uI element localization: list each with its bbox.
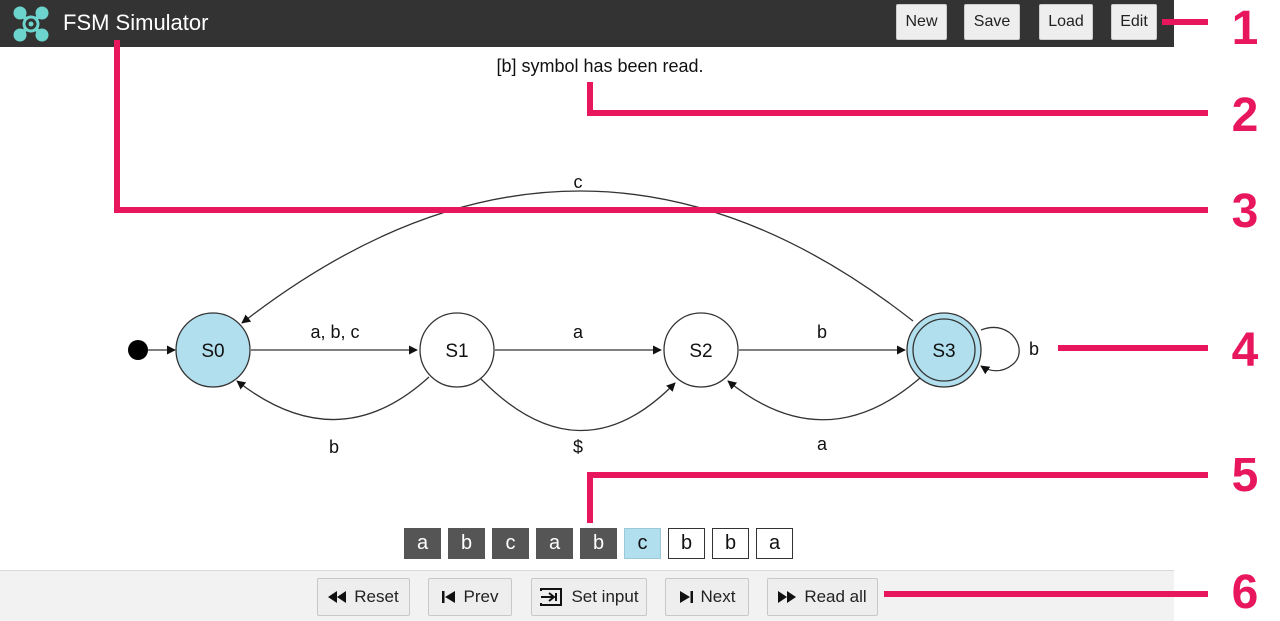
transition-s1-s2-epsilon[interactable]	[480, 378, 676, 432]
skip-back-icon	[441, 591, 455, 603]
reset-label: Reset	[354, 587, 399, 606]
read-all-button[interactable]: Read all	[767, 578, 878, 616]
transition-label: b	[817, 322, 827, 342]
transition-s3-s2[interactable]	[727, 377, 921, 421]
transition-label: b	[1029, 339, 1039, 359]
transition-label: b	[329, 437, 339, 457]
state-s2[interactable]: S2	[663, 312, 739, 388]
tape-cell: a	[404, 528, 441, 559]
rewind-icon	[328, 591, 347, 603]
state-s1[interactable]: S1	[419, 312, 495, 388]
transition-label: a, b, c	[310, 322, 359, 342]
state-s3[interactable]: S3	[906, 312, 982, 388]
transition-label: a	[573, 322, 584, 342]
initial-state-marker	[128, 340, 148, 360]
skip-forward-icon	[679, 591, 693, 603]
transition-s3-s0[interactable]	[241, 190, 914, 324]
state-label: S2	[689, 341, 712, 362]
set-input-button[interactable]: Set input	[531, 578, 647, 616]
transition-label: a	[817, 434, 828, 454]
input-icon	[540, 588, 563, 606]
next-button[interactable]: Next	[665, 578, 749, 616]
fast-forward-icon	[778, 591, 797, 603]
state-label: S3	[932, 341, 955, 362]
tape-cell-current: c	[624, 528, 661, 559]
tape-cell: b	[712, 528, 749, 559]
tape-cell: a	[756, 528, 793, 559]
next-label: Next	[700, 587, 736, 606]
tape-cell: b	[668, 528, 705, 559]
tape-cell: c	[492, 528, 529, 559]
transition-s1-s0[interactable]	[236, 376, 430, 421]
prev-label: Prev	[463, 587, 499, 606]
transition-label: $	[573, 437, 583, 457]
state-label: S0	[201, 341, 224, 362]
tape-cell: a	[536, 528, 573, 559]
playback-controls: Reset Prev Set input Next Read all	[0, 570, 1174, 621]
transition-label: c	[574, 172, 583, 192]
set-input-label: Set input	[571, 587, 639, 606]
state-label: S1	[445, 341, 468, 362]
transition-s3-self[interactable]	[980, 327, 1020, 375]
prev-button[interactable]: Prev	[428, 578, 512, 616]
fsm-diagram: a, b, c b a $ b a c b S0 S1 S2 S3	[128, 172, 1039, 457]
read-all-label: Read all	[804, 587, 867, 606]
state-s0[interactable]: S0	[175, 312, 251, 388]
tape-cell: b	[448, 528, 485, 559]
input-tape: a b c a b c b b a	[404, 528, 793, 559]
tape-cell: b	[580, 528, 617, 559]
reset-button[interactable]: Reset	[317, 578, 410, 616]
